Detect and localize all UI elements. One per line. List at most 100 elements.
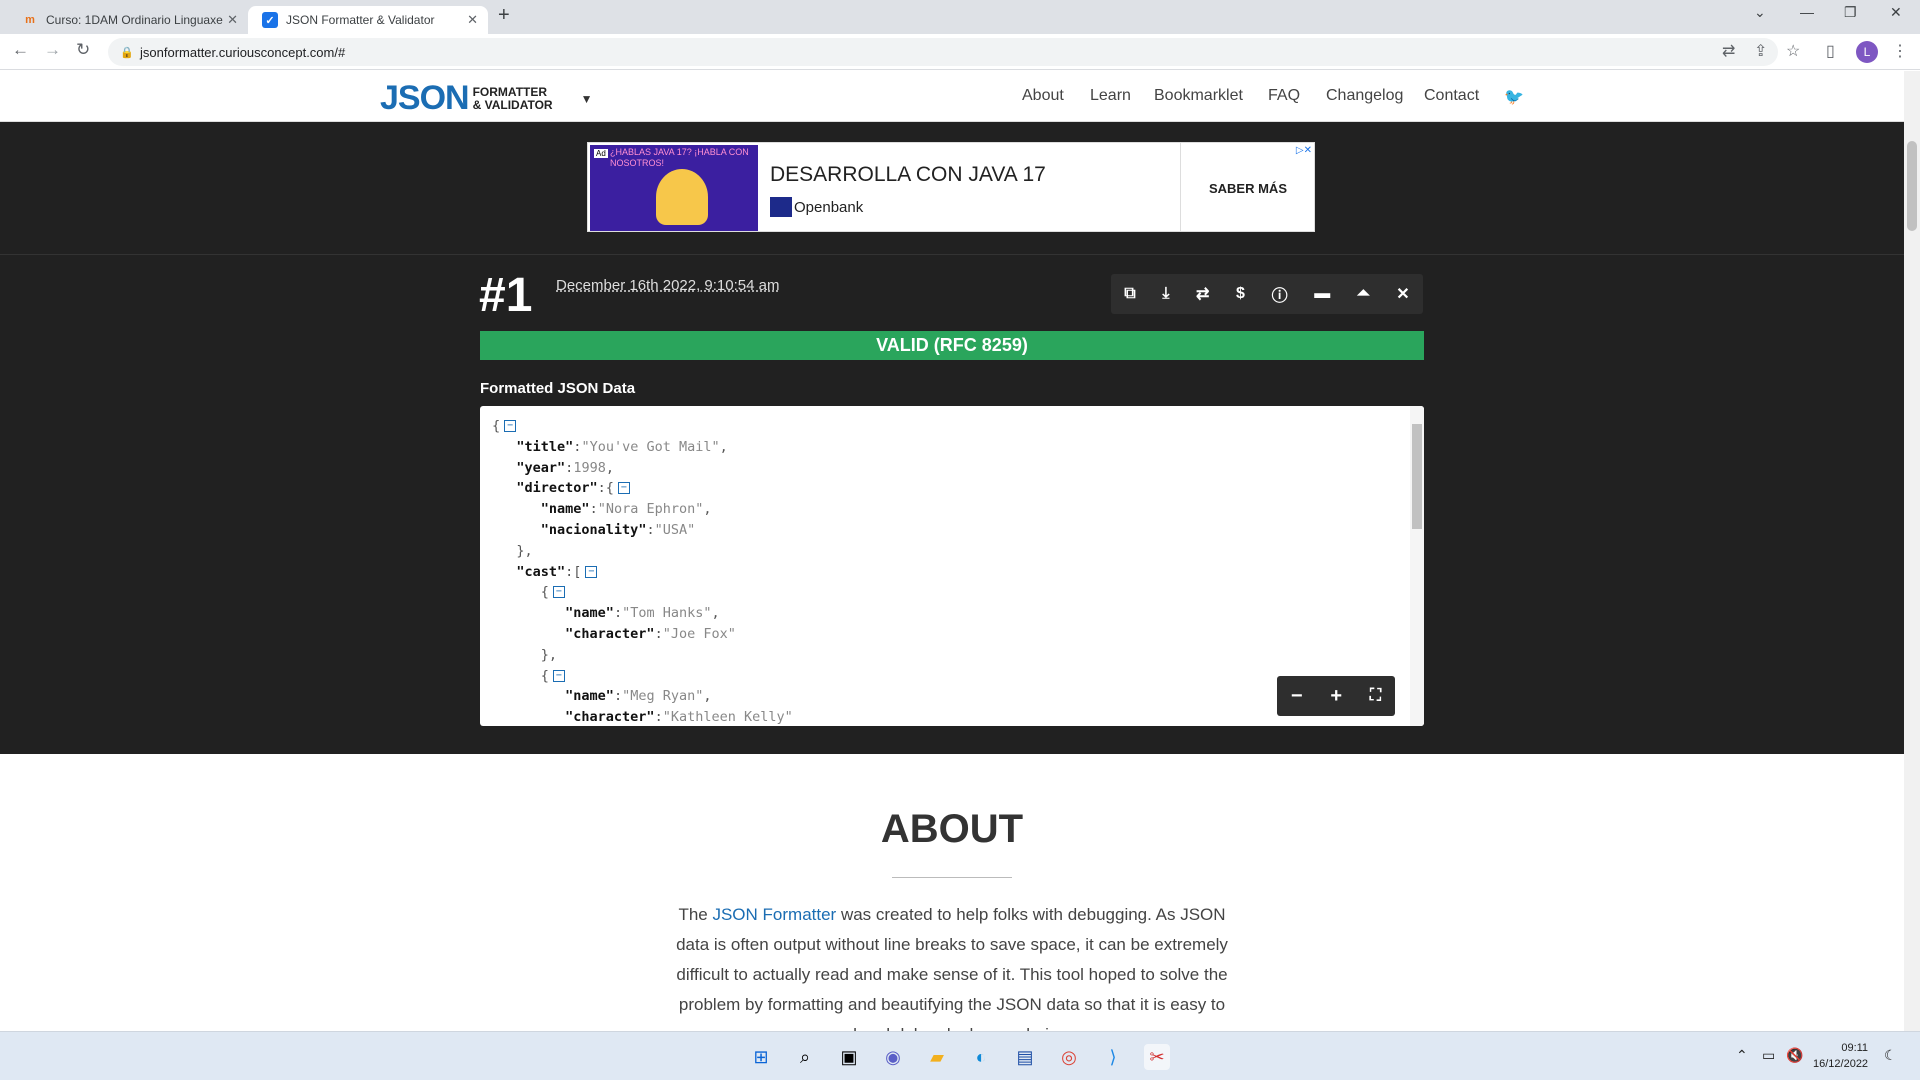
forward-icon[interactable]: → [44, 40, 61, 60]
back-icon[interactable]: ← [12, 40, 29, 60]
nav-learn[interactable]: Learn [1090, 87, 1131, 105]
json-value: "Kathleen Kelly" [662, 709, 793, 726]
nav-changelog[interactable]: Changelog [1326, 87, 1403, 105]
about-section: ABOUT The JSON Formatter was created to … [0, 754, 1904, 1031]
task-view-icon[interactable]: ▣ [836, 1044, 862, 1070]
copy-icon[interactable]: ⧉ [1124, 285, 1135, 303]
json-value: "Tom Hanks" [622, 605, 712, 622]
json-formatter-link[interactable]: JSON Formatter [712, 905, 836, 924]
collapse-toggle-icon[interactable]: − [552, 669, 565, 682]
formatted-json-label: Formatted JSON Data [480, 380, 636, 397]
site-logo[interactable]: JSON FORMATTER & VALIDATOR ▼ [380, 79, 592, 118]
nav-about[interactable]: About [1022, 87, 1064, 105]
json-key: "character" [565, 625, 655, 642]
caret-down-icon[interactable]: ▼ [581, 92, 593, 106]
logo-json-text: JSON [380, 79, 470, 117]
search-icon[interactable]: ⌕ [792, 1044, 818, 1070]
collapse-toggle-icon[interactable]: − [552, 586, 565, 599]
notifications-icon[interactable]: ☾ [1884, 1047, 1897, 1064]
tab-json-formatter[interactable]: ✓ JSON Formatter & Validator ✕ [248, 6, 488, 34]
json-value: "Meg Ryan" [622, 688, 704, 705]
download-icon[interactable]: ⤓ [1162, 285, 1169, 303]
editor-scroll-thumb[interactable] [1412, 424, 1422, 529]
dollar-icon[interactable]: $ [1236, 285, 1245, 303]
tab-title: JSON Formatter & Validator [286, 13, 435, 27]
json-code: {− "title":"You've Got Mail", "year":199… [492, 418, 793, 726]
vscode-icon[interactable]: ⟩ [1100, 1044, 1126, 1070]
window-close-icon[interactable]: ✕ [1890, 4, 1902, 21]
collapse-toggle-icon[interactable]: − [617, 482, 630, 495]
ad-figure-illustration [656, 169, 708, 225]
collapse-toggle-icon[interactable]: − [504, 420, 517, 432]
twitter-icon[interactable]: 🐦 [1504, 87, 1524, 107]
lock-icon[interactable]: 🔒 [120, 46, 134, 59]
network-icon[interactable]: ▭ [1762, 1047, 1775, 1064]
openbank-logo-icon [770, 197, 792, 217]
clock-time: 09:11 [1841, 1042, 1869, 1054]
restore-icon[interactable]: ❐ [1844, 4, 1857, 21]
expand-icon[interactable]: ⏶ [1357, 285, 1370, 303]
result-toolbar: ⧉ ⤓ ⇄ $ ⓘ ▬ ⏶ ✕ [1111, 274, 1423, 314]
menu-kebab-icon[interactable]: ⋮ [1892, 41, 1908, 61]
new-tab-button[interactable]: + [498, 4, 510, 27]
close-icon[interactable]: ✕ [1396, 284, 1409, 304]
section-divider [0, 254, 1904, 255]
ad-tag: Ad [594, 149, 608, 158]
teams-chat-icon[interactable]: ◉ [880, 1044, 906, 1070]
ad-cta-button[interactable]: SABER MÁS [1188, 181, 1308, 196]
nav-contact[interactable]: Contact [1424, 87, 1479, 105]
zoom-controls: − + ⛶ [1277, 676, 1395, 716]
minimize-icon[interactable]: — [1800, 4, 1814, 20]
tab-search-icon[interactable]: ⌄ [1754, 4, 1766, 21]
json-key: "nacionality" [540, 521, 647, 538]
fullscreen-icon[interactable]: ⛶ [1370, 687, 1381, 705]
checkbox-icon: ✓ [262, 12, 278, 28]
minus-icon[interactable]: − [1291, 685, 1303, 708]
nav-bookmarklet[interactable]: Bookmarklet [1154, 87, 1243, 105]
logo-subtitle-line1: FORMATTER [472, 84, 548, 99]
address-bar[interactable]: 🔒 jsonformatter.curiousconcept.com/# [108, 38, 1778, 66]
collapse-toggle-icon[interactable]: − [585, 565, 598, 578]
json-code-viewer[interactable]: {− "title":"You've Got Mail", "year":199… [480, 406, 1424, 726]
page-scroll-thumb[interactable] [1907, 141, 1917, 231]
tray-chevron-icon[interactable]: ⌃ [1736, 1047, 1748, 1064]
info-icon[interactable]: ⓘ [1272, 282, 1288, 306]
tab-moodle-course[interactable]: m Curso: 1DAM Ordinario Linguaxe ✕ [8, 6, 248, 34]
translate-icon[interactable]: ⇄ [1722, 41, 1735, 61]
json-key: "cast" [516, 563, 566, 580]
nav-faq[interactable]: FAQ [1268, 87, 1300, 105]
advertisement-banner[interactable]: Ad ¿HABLAS JAVA 17? ¡HABLA CON NOSOTROS!… [587, 142, 1315, 232]
editor-scrollbar[interactable] [1410, 406, 1424, 726]
speaker-muted-icon[interactable]: 🔇 [1786, 1047, 1803, 1064]
json-key: "name" [565, 605, 614, 622]
formatter-results-section: Ad ¿HABLAS JAVA 17? ¡HABLA CON NOSOTROS!… [0, 122, 1904, 754]
windows-start-icon[interactable]: ⊞ [748, 1044, 774, 1070]
page-scrollbar[interactable] [1904, 71, 1920, 1031]
profile-avatar[interactable]: L [1856, 41, 1878, 63]
result-timestamp[interactable]: December 16th 2022, 9:10:54 am [556, 277, 779, 294]
side-panel-icon[interactable]: ▯ [1826, 41, 1835, 61]
validation-status-bar: VALID (RFC 8259) [480, 331, 1424, 360]
adchoices-icon[interactable]: ▷✕ [1296, 145, 1312, 156]
share-icon[interactable]: ⇪ [1754, 41, 1767, 61]
file-explorer-icon[interactable]: ▰ [924, 1044, 950, 1070]
reload-icon[interactable]: ↻ [76, 40, 90, 60]
site-navbar: JSON FORMATTER & VALIDATOR ▼ About Learn… [0, 71, 1904, 122]
close-tab-icon[interactable]: ✕ [467, 12, 478, 28]
edge-icon[interactable]: ◐ [968, 1044, 994, 1070]
system-clock[interactable]: 09:11 16/12/2022 [1813, 1040, 1868, 1072]
collapse-icon[interactable]: ▬ [1314, 285, 1330, 303]
bookmark-star-icon[interactable]: ☆ [1786, 41, 1800, 61]
store-icon[interactable]: ▤ [1012, 1044, 1038, 1070]
json-key: "name" [565, 688, 614, 705]
json-value: "USA" [654, 521, 696, 538]
snipping-tool-icon[interactable]: ✂ [1144, 1044, 1170, 1070]
refresh-icon[interactable]: ⇄ [1196, 284, 1209, 304]
browser-toolbar: ← → ↻ 🔒 jsonformatter.curiousconcept.com… [0, 34, 1920, 70]
url-text: jsonformatter.curiousconcept.com/# [140, 44, 346, 60]
json-key: "director" [516, 480, 598, 497]
result-number: #1 [479, 269, 533, 322]
chrome-icon[interactable]: ◎ [1056, 1044, 1082, 1070]
close-tab-icon[interactable]: ✕ [227, 12, 238, 28]
plus-icon[interactable]: + [1330, 685, 1342, 708]
